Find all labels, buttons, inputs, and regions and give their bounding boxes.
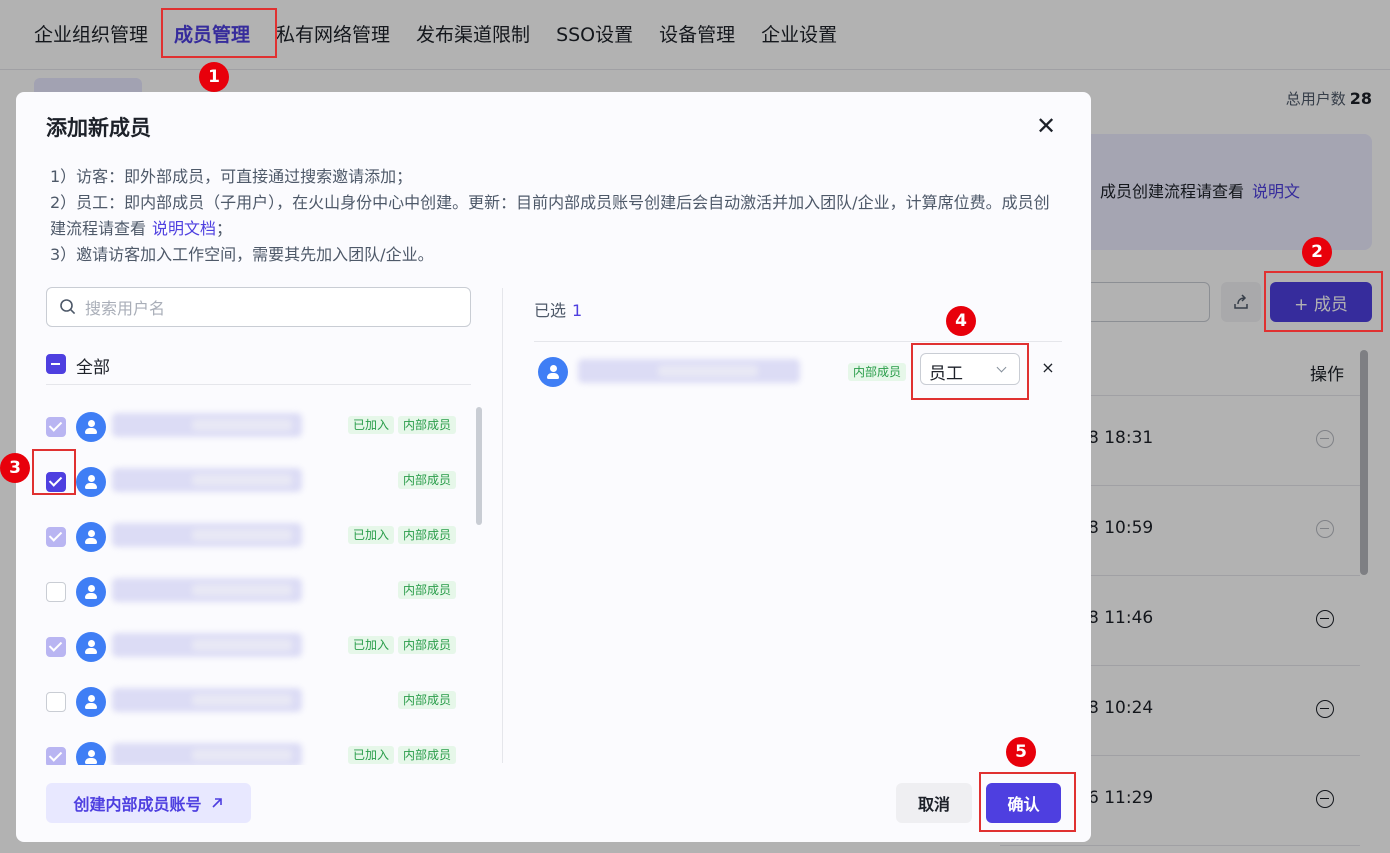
select-all-row[interactable]: 全部 — [46, 345, 471, 385]
user-checkbox — [46, 527, 66, 547]
step-badge-5: 5 — [1006, 737, 1036, 767]
internal-member-tag: 内部成员 — [397, 526, 456, 544]
user-list-scrollbar[interactable] — [476, 407, 482, 525]
blurred-username — [112, 578, 302, 602]
user-checkbox — [46, 747, 66, 765]
list-item[interactable]: 内部成员 — [46, 454, 471, 509]
select-all-checkbox[interactable] — [46, 354, 66, 374]
selected-label: 已选 — [534, 301, 567, 320]
user-checkbox[interactable] — [46, 692, 66, 712]
joined-tag: 已加入 — [347, 636, 394, 654]
internal-member-tag: 内部成员 — [848, 363, 907, 381]
avatar — [76, 467, 106, 497]
internal-member-tag: 内部成员 — [397, 471, 456, 489]
list-item[interactable]: 已加入 内部成员 — [46, 619, 471, 674]
chevron-down-icon — [996, 362, 1007, 373]
selected-divider — [534, 341, 1062, 342]
selected-header: 已选 1 — [534, 297, 582, 321]
blurred-username — [112, 688, 302, 712]
role-select-value: 员工 — [929, 364, 963, 384]
selected-user-row: 内部成员 员工 × — [534, 347, 1062, 399]
create-internal-label: 创建内部成员账号 — [73, 795, 202, 814]
joined-tag: 已加入 — [347, 746, 394, 764]
avatar — [76, 687, 106, 717]
internal-member-tag: 内部成员 — [397, 416, 456, 434]
avatar — [76, 742, 106, 765]
blurred-username — [578, 359, 800, 383]
step-badge-3: 3 — [0, 453, 30, 483]
joined-tag: 已加入 — [347, 526, 394, 544]
desc-line-1: 1）访客：即外部成员，可直接通过搜索邀请添加； — [50, 167, 413, 186]
doc-link[interactable]: 说明文档 — [152, 219, 216, 238]
user-checkbox[interactable] — [46, 582, 66, 602]
create-internal-account-button[interactable]: 创建内部成员账号 — [46, 783, 251, 823]
blurred-username — [112, 468, 302, 492]
user-list: 已加入 内部成员 内部成员 已加入 内部成员 内部成员 已加入 内部成员 内部成… — [46, 399, 471, 765]
step-badge-1: 1 — [199, 62, 229, 92]
column-divider — [502, 288, 503, 763]
external-arrow-icon — [211, 798, 222, 808]
list-item[interactable]: 内部成员 — [46, 674, 471, 729]
desc-line-3: 3）邀请访客加入工作空间，需要其先加入团队/企业。 — [50, 245, 434, 264]
blurred-username — [112, 743, 302, 765]
select-all-label: 全部 — [76, 358, 110, 378]
close-icon[interactable]: ✕ — [1034, 114, 1058, 138]
user-search[interactable] — [46, 287, 471, 327]
add-member-dialog: 添加新成员 ✕ 1）访客：即外部成员，可直接通过搜索邀请添加； 2）员工：即内部… — [16, 92, 1091, 842]
step-badge-2: 2 — [1302, 237, 1332, 267]
avatar — [538, 357, 568, 387]
avatar — [76, 632, 106, 662]
cancel-button[interactable]: 取消 — [896, 783, 972, 823]
user-search-input[interactable] — [85, 296, 455, 320]
blurred-username — [112, 523, 302, 547]
dialog-title: 添加新成员 — [46, 116, 151, 140]
list-item[interactable]: 已加入 内部成员 — [46, 729, 471, 765]
search-icon — [60, 299, 76, 315]
internal-member-tag: 内部成员 — [397, 691, 456, 709]
selected-count: 1 — [572, 301, 583, 320]
step-badge-4: 4 — [946, 306, 976, 336]
role-select[interactable]: 员工 — [920, 353, 1020, 385]
dialog-description: 1）访客：即外部成员，可直接通过搜索邀请添加； 2）员工：即内部成员（子用户），… — [50, 164, 1060, 268]
confirm-button[interactable]: 确认 — [986, 783, 1061, 823]
user-checkbox — [46, 637, 66, 657]
list-item[interactable]: 已加入 内部成员 — [46, 509, 471, 564]
remove-selected-icon[interactable]: × — [1038, 353, 1058, 383]
blurred-username — [112, 413, 302, 437]
internal-member-tag: 内部成员 — [397, 581, 456, 599]
desc-line-2: 2）员工：即内部成员（子用户），在火山身份中心中创建。更新：目前内部成员账号创建… — [50, 193, 1050, 238]
avatar — [76, 522, 106, 552]
internal-member-tag: 内部成员 — [397, 746, 456, 764]
user-checkbox[interactable] — [46, 472, 66, 492]
list-item[interactable]: 已加入 内部成员 — [46, 399, 471, 454]
user-picker: 全部 已加入内部成员 内部成员 已加入内部成员 — [46, 287, 486, 765]
user-checkbox — [46, 417, 66, 437]
blurred-username — [112, 633, 302, 657]
avatar — [76, 577, 106, 607]
internal-member-tag: 内部成员 — [397, 636, 456, 654]
joined-tag: 已加入 — [347, 416, 394, 434]
avatar — [76, 412, 106, 442]
list-item[interactable]: 内部成员 — [46, 564, 471, 619]
